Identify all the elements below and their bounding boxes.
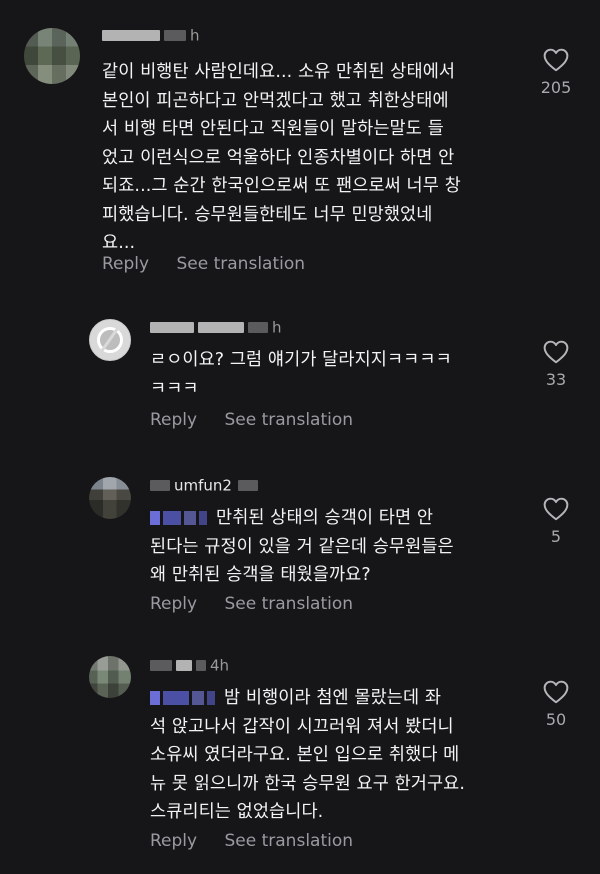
user-mention[interactable]: [150, 511, 210, 525]
reply-button[interactable]: Reply: [150, 594, 197, 614]
heart-outline-icon: [543, 497, 569, 521]
avatar[interactable]: [89, 477, 131, 519]
like-button[interactable]: 50: [531, 680, 581, 729]
heart-outline-icon: [543, 340, 569, 364]
like-count: 50: [545, 710, 567, 729]
like-count: 5: [550, 527, 562, 546]
comment-actions: Reply See translation: [102, 254, 305, 274]
avatar[interactable]: [89, 656, 131, 698]
see-translation-button[interactable]: See translation: [225, 594, 354, 614]
avatar[interactable]: [24, 28, 80, 84]
comment-text: 같이 비행탄 사람인데요... 소유 만취된 상태에서 본인이 피곤하다고 안먹…: [102, 62, 461, 253]
comment-actions: Reply See translation: [150, 410, 353, 430]
avatar[interactable]: [89, 319, 131, 361]
like-button[interactable]: 205: [531, 48, 581, 97]
reply-button[interactable]: Reply: [150, 831, 197, 851]
see-translation-button[interactable]: See translation: [225, 831, 354, 851]
comment-text: 만취된 상태의 승객이 타면 안 된다는 규정이 있을 거 같은데 승무원들은 …: [150, 508, 454, 585]
comment-username[interactable]: h: [102, 26, 200, 45]
comment-username[interactable]: 4h: [150, 656, 229, 675]
comment-actions: Reply See translation: [150, 831, 353, 851]
like-count: 33: [545, 370, 567, 389]
comment-text: ㄹㅇ이요? 그럼 얘기가 달라지지ㅋㅋㅋㅋ ㅋㅋㅋ: [150, 350, 452, 399]
heart-outline-icon: [543, 680, 569, 704]
like-button[interactable]: 5: [531, 497, 581, 546]
comment-username[interactable]: h: [150, 318, 282, 337]
like-button[interactable]: 33: [531, 340, 581, 389]
heart-outline-icon: [543, 48, 569, 72]
reply-button[interactable]: Reply: [102, 254, 149, 274]
see-translation-button[interactable]: See translation: [177, 254, 306, 274]
reply-button[interactable]: Reply: [150, 410, 197, 430]
comment-actions: Reply See translation: [150, 594, 353, 614]
comment-username[interactable]: umfun2: [150, 476, 262, 495]
see-translation-button[interactable]: See translation: [225, 410, 354, 430]
comment-text: 밤 비행이라 첨엔 몰랐는데 좌 석 앉고나서 갑작이 시끄러워 져서 봤더니 …: [150, 688, 466, 822]
like-count: 205: [540, 78, 572, 97]
user-mention[interactable]: [150, 691, 218, 705]
comments-thread: h 같이 비행탄 사람인데요... 소유 만취된 상태에서 본인이 피곤하다고 …: [0, 0, 600, 874]
